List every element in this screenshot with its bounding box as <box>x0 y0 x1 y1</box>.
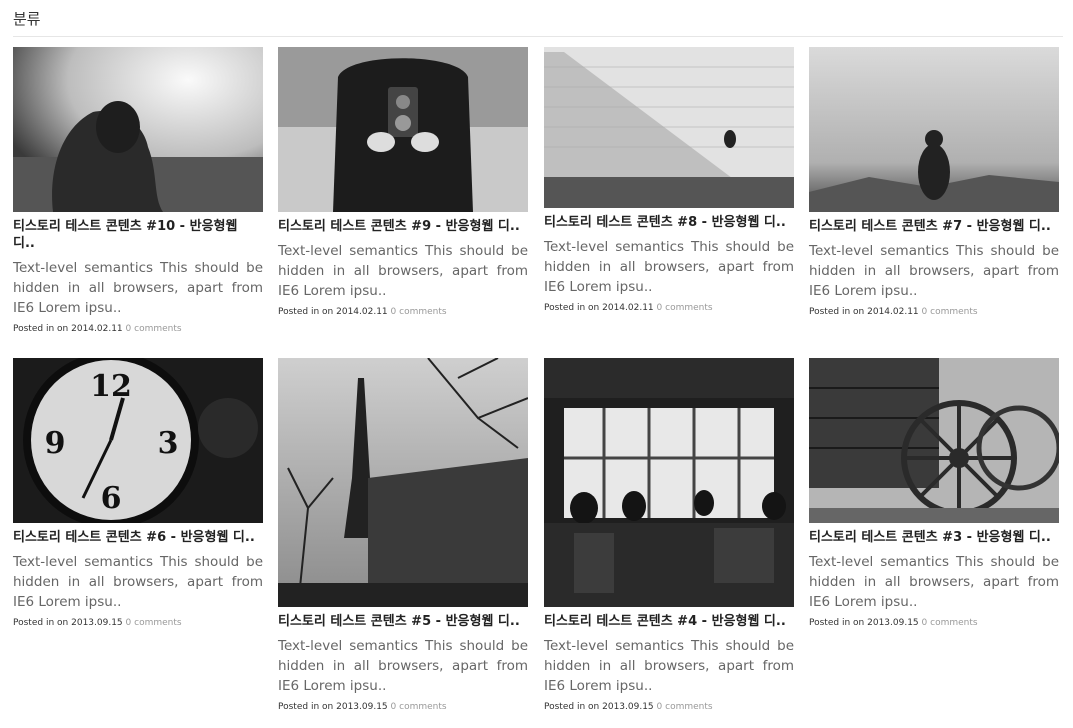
post-excerpt: Text-level semantics This should be hidd… <box>278 638 528 694</box>
post-meta: Posted in on 2014.02.11 0 comments <box>278 307 528 317</box>
post-thumbnail[interactable] <box>544 47 794 208</box>
post-thumbnail[interactable] <box>544 358 794 607</box>
post-title[interactable]: 티스토리 테스트 콘텐츠 #9 - 반응형웹 디.. <box>278 218 528 235</box>
svg-text:12: 12 <box>90 369 132 404</box>
post-date: 2013.09.15 <box>867 618 919 628</box>
on-label: on <box>322 307 334 317</box>
post-meta: Posted in on 2014.02.11 0 comments <box>13 324 263 334</box>
post-date: 2013.09.15 <box>71 618 123 628</box>
post-title[interactable]: 티스토리 테스트 콘텐츠 #10 - 반응형웹 디.. <box>13 218 263 252</box>
post-card[interactable]: 티스토리 테스트 콘텐츠 #3 - 반응형웹 디.. Text-level se… <box>809 358 1059 628</box>
post-title[interactable]: 티스토리 테스트 콘텐츠 #8 - 반응형웹 디.. <box>544 214 794 231</box>
comments-link[interactable]: 0 comments <box>657 702 713 712</box>
post-date: 2014.02.11 <box>602 303 654 313</box>
comments-link[interactable]: 0 comments <box>126 324 182 334</box>
post-thumbnail[interactable] <box>809 47 1059 212</box>
post-meta: Posted in on 2014.02.11 0 comments <box>809 307 1059 317</box>
posted-label: Posted in <box>809 618 851 628</box>
category-header: 분류 <box>13 6 1063 37</box>
posted-label: Posted in <box>278 702 320 712</box>
post-card[interactable]: 티스토리 테스트 콘텐츠 #5 - 반응형웹 디.. Text-level se… <box>278 358 528 712</box>
post-card[interactable]: 티스토리 테스트 콘텐츠 #7 - 반응형웹 디.. Text-level se… <box>809 47 1059 317</box>
posted-label: Posted in <box>544 303 586 313</box>
on-label: on <box>57 324 69 334</box>
post-meta: Posted in on 2013.09.15 0 comments <box>278 702 528 712</box>
comments-link[interactable]: 0 comments <box>657 303 713 313</box>
post-excerpt: Text-level semantics This should be hidd… <box>544 239 794 295</box>
svg-text:9: 9 <box>45 426 66 461</box>
svg-text:3: 3 <box>158 426 179 461</box>
on-label: on <box>322 702 334 712</box>
post-meta: Posted in on 2014.02.11 0 comments <box>544 303 794 313</box>
post-date: 2013.09.15 <box>336 702 388 712</box>
post-card[interactable]: 티스토리 테스트 콘텐츠 #4 - 반응형웹 디.. Text-level se… <box>544 358 794 712</box>
on-label: on <box>588 702 600 712</box>
post-title[interactable]: 티스토리 테스트 콘텐츠 #3 - 반응형웹 디.. <box>809 529 1059 546</box>
post-meta: Posted in on 2013.09.15 0 comments <box>544 702 794 712</box>
post-title[interactable]: 티스토리 테스트 콘텐츠 #5 - 반응형웹 디.. <box>278 613 528 630</box>
post-thumbnail[interactable] <box>809 358 1059 523</box>
post-date: 2014.02.11 <box>867 307 919 317</box>
post-excerpt: Text-level semantics This should be hidd… <box>278 243 528 299</box>
post-thumbnail[interactable] <box>13 47 263 212</box>
comments-link[interactable]: 0 comments <box>391 702 447 712</box>
post-thumbnail[interactable] <box>278 47 528 212</box>
comments-link[interactable]: 0 comments <box>391 307 447 317</box>
posted-label: Posted in <box>13 618 55 628</box>
post-title[interactable]: 티스토리 테스트 콘텐츠 #4 - 반응형웹 디.. <box>544 613 794 630</box>
post-date: 2014.02.11 <box>336 307 388 317</box>
comments-link[interactable]: 0 comments <box>922 307 978 317</box>
svg-text:6: 6 <box>101 481 122 516</box>
on-label: on <box>588 303 600 313</box>
post-card[interactable]: 12 9 3 6 티스토리 테스트 콘텐츠 #6 - 반응형웹 디.. Text-le… <box>13 358 263 628</box>
post-title[interactable]: 티스토리 테스트 콘텐츠 #6 - 반응형웹 디.. <box>13 529 263 546</box>
post-meta: Posted in on 2013.09.15 0 comments <box>13 618 263 628</box>
post-meta: Posted in on 2013.09.15 0 comments <box>809 618 1059 628</box>
comments-link[interactable]: 0 comments <box>922 618 978 628</box>
on-label: on <box>853 307 865 317</box>
post-excerpt: Text-level semantics This should be hidd… <box>13 260 263 316</box>
post-thumbnail[interactable] <box>278 358 528 607</box>
post-excerpt: Text-level semantics This should be hidd… <box>809 243 1059 299</box>
posted-label: Posted in <box>13 324 55 334</box>
post-date: 2014.02.11 <box>71 324 123 334</box>
comments-link[interactable]: 0 comments <box>126 618 182 628</box>
post-card[interactable]: 티스토리 테스트 콘텐츠 #10 - 반응형웹 디.. Text-level s… <box>13 47 263 334</box>
on-label: on <box>853 618 865 628</box>
post-thumbnail[interactable]: 12 9 3 6 <box>13 358 263 523</box>
post-date: 2013.09.15 <box>602 702 654 712</box>
post-card[interactable]: 티스토리 테스트 콘텐츠 #8 - 반응형웹 디.. Text-level se… <box>544 47 794 313</box>
posted-label: Posted in <box>278 307 320 317</box>
posted-label: Posted in <box>809 307 851 317</box>
on-label: on <box>57 618 69 628</box>
post-title[interactable]: 티스토리 테스트 콘텐츠 #7 - 반응형웹 디.. <box>809 218 1059 235</box>
post-excerpt: Text-level semantics This should be hidd… <box>544 638 794 694</box>
post-card[interactable]: 티스토리 테스트 콘텐츠 #9 - 반응형웹 디.. Text-level se… <box>278 47 528 317</box>
post-excerpt: Text-level semantics This should be hidd… <box>13 554 263 610</box>
post-excerpt: Text-level semantics This should be hidd… <box>809 554 1059 610</box>
posted-label: Posted in <box>544 702 586 712</box>
category-title: 분류 <box>13 10 41 28</box>
